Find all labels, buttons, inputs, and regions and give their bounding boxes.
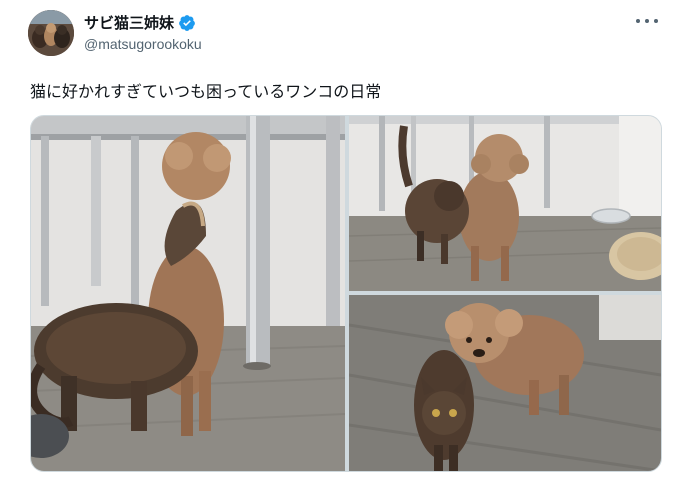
avatar-image xyxy=(28,10,74,56)
user-handle[interactable]: @matsugorookoku xyxy=(84,36,202,52)
user-name-row: サビ猫三姉妹 xyxy=(84,12,196,33)
tweet-text: 猫に好かれすぎていつも困っているワンコの日常 xyxy=(30,82,382,101)
photo-3[interactable] xyxy=(349,295,661,471)
photo-3-image xyxy=(349,295,661,471)
more-options-icon-dot xyxy=(645,19,649,23)
photo-2[interactable] xyxy=(349,116,661,291)
verified-badge-icon xyxy=(179,14,195,31)
media-grid xyxy=(30,115,662,472)
photo-2-image xyxy=(349,116,661,291)
photo-1[interactable] xyxy=(31,116,345,471)
user-avatar[interactable] xyxy=(28,10,74,56)
more-options-icon-dot xyxy=(654,19,658,23)
more-options-button[interactable] xyxy=(636,14,658,28)
photo-1-image xyxy=(31,116,345,471)
more-options-icon xyxy=(636,19,640,23)
display-name[interactable]: サビ猫三姉妹 xyxy=(84,12,174,33)
tweet-post: サビ猫三姉妹 @matsugorookoku 猫に好かれすぎていつも困っているワ… xyxy=(0,0,680,493)
